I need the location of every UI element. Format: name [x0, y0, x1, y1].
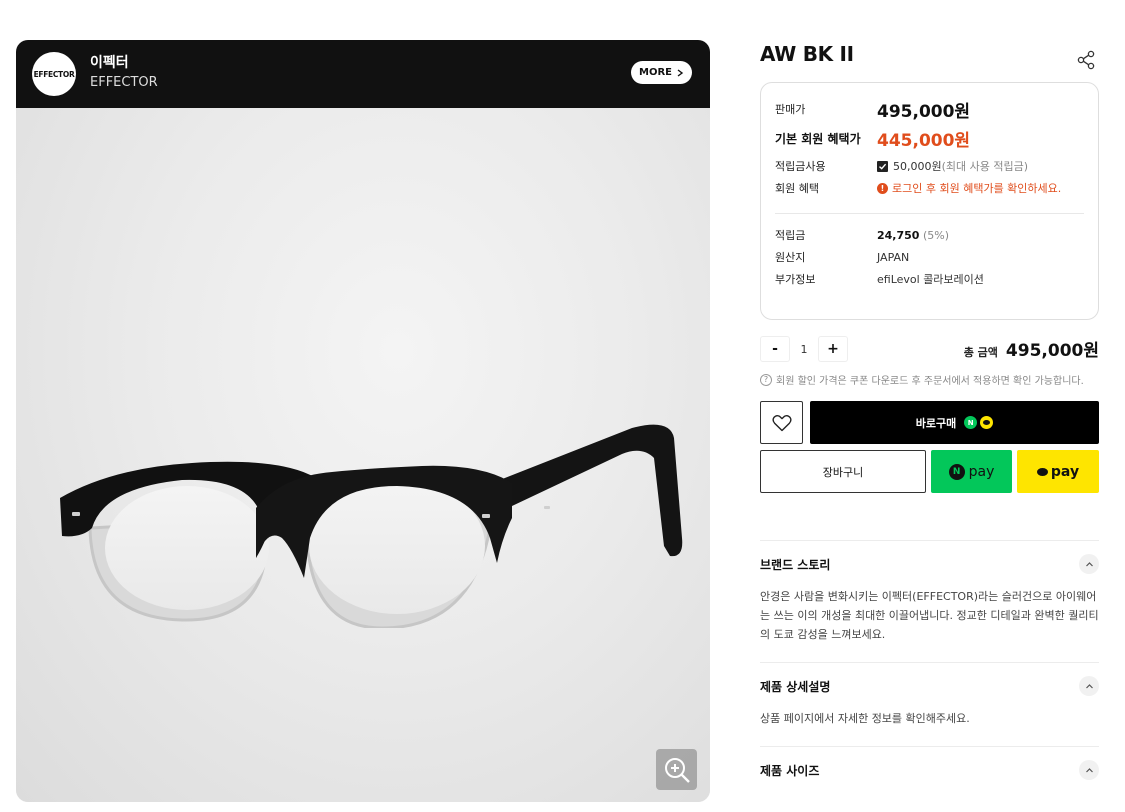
- origin-value: JAPAN: [877, 250, 910, 264]
- title-row: AW BK II: [760, 40, 1099, 80]
- buy-row: 바로구매 N: [760, 401, 1099, 444]
- extra-info-label: 부가정보: [775, 273, 816, 286]
- info-icon: !: [877, 182, 888, 194]
- accordion-toggle[interactable]: [1079, 760, 1099, 780]
- kakao-bubble-icon: [1036, 467, 1048, 476]
- member-price-label: 기본 회원 혜택가: [775, 131, 861, 146]
- points-use-checkbox[interactable]: [877, 160, 888, 172]
- naver-pay-badge-icon: N: [964, 416, 978, 429]
- product-title: AW BK II: [760, 42, 854, 66]
- add-to-cart-button[interactable]: 장바구니: [760, 450, 926, 493]
- points-use-value-wrap: 50,000원 (최대 사용 적립금): [877, 158, 1028, 174]
- chevron-right-icon: [677, 68, 684, 77]
- reward-rate: (5%): [922, 228, 949, 242]
- accordion-title: 제품 상세설명: [760, 679, 831, 694]
- kakao-pay-label: pay: [1050, 463, 1080, 480]
- buy-now-button[interactable]: 바로구매 N: [810, 401, 1099, 444]
- heart-icon: [771, 414, 792, 431]
- extra-info-value: efiLevol 콜라보레이션: [877, 273, 984, 286]
- accordion-header[interactable]: 브랜드 스토리: [760, 541, 1099, 587]
- member-benefit-notice: 로그인 후 회원 혜택가를 확인하세요.: [892, 182, 1062, 195]
- quantity-stepper: - 1 +: [760, 336, 848, 362]
- kakao-pay-button[interactable]: pay: [1017, 450, 1099, 493]
- member-price-row: 기본 회원 혜택가 445,000원: [775, 121, 1084, 155]
- accordion-toggle[interactable]: [1079, 554, 1099, 574]
- reward-value-wrap: 24,750 (5%): [877, 229, 949, 242]
- member-benefit-notice-wrap[interactable]: ! 로그인 후 회원 혜택가를 확인하세요.: [877, 180, 1061, 196]
- kakao-pay-badge-icon: [980, 416, 994, 429]
- product-gallery: EFFECTOR 이펙터 EFFECTOR MORE: [16, 40, 710, 802]
- more-button-label: MORE: [639, 67, 672, 78]
- reward-row: 적립금 24,750 (5%): [775, 224, 1084, 246]
- accordion-toggle[interactable]: [1079, 676, 1099, 696]
- product-photo[interactable]: [16, 108, 710, 802]
- price-divider: [775, 213, 1084, 214]
- accordion-brand-story: 브랜드 스토리 안경은 사람을 변화시키는 이펙터(EFFECTOR)라는 슬러…: [760, 540, 1099, 662]
- price-box: 판매가 495,000원 기본 회원 혜택가 445,000원 적립금사용 50…: [760, 82, 1099, 320]
- zoom-in-icon: [664, 757, 690, 783]
- accordion-title: 브랜드 스토리: [760, 557, 831, 572]
- discount-hint: ? 회원 할인 가격은 쿠폰 다운로드 후 주문서에서 적용하면 확인 가능합니…: [760, 372, 1099, 387]
- buy-now-label: 바로구매: [915, 416, 957, 430]
- naver-n-icon: N: [948, 463, 965, 480]
- accordion-product-detail: 제품 상세설명 상품 페이지에서 자세한 정보를 확인해주세요.: [760, 662, 1099, 746]
- accordion-body: 안경은 사람을 변화시키는 이펙터(EFFECTOR)라는 슬러건으로 아이웨어…: [760, 590, 1099, 641]
- extra-info-row: 부가정보 efiLevol 콜라보레이션: [775, 268, 1084, 290]
- product-info-panel: AW BK II 판매가 495,000원 기본 회원 혜택가 445,000원…: [760, 40, 1099, 793]
- chevron-up-icon: [1085, 767, 1093, 772]
- points-use-label: 적립금사용: [775, 160, 826, 173]
- accordion-body: 상품 페이지에서 자세한 정보를 확인해주세요.: [760, 712, 970, 725]
- pay-badges: N: [964, 416, 994, 429]
- quantity-value[interactable]: 1: [790, 343, 818, 356]
- naver-pay-button[interactable]: N pay: [931, 450, 1012, 493]
- brand-name-english: EFFECTOR: [90, 75, 158, 90]
- brand-bar[interactable]: EFFECTOR 이펙터 EFFECTOR MORE: [16, 40, 710, 108]
- sale-price-row: 판매가 495,000원: [775, 97, 1084, 122]
- member-price-value: 445,000원: [877, 130, 971, 151]
- total-price-label: 총 금액: [963, 346, 998, 359]
- brand-name-korean[interactable]: 이펙터: [90, 54, 158, 72]
- total-price: 총 금액 495,000원: [964, 336, 1099, 361]
- share-icon[interactable]: [1077, 50, 1095, 70]
- origin-row: 원산지 JAPAN: [775, 246, 1084, 268]
- quantity-row: - 1 + 총 금액 495,000원: [760, 336, 1099, 366]
- more-button[interactable]: MORE: [631, 61, 692, 84]
- check-icon: [879, 163, 887, 170]
- accordion-header[interactable]: 제품 상세설명: [760, 663, 1099, 709]
- reward-value: 24,750: [877, 228, 920, 242]
- chevron-up-icon: [1085, 683, 1093, 688]
- points-use-value: 50,000원: [893, 160, 942, 173]
- chevron-up-icon: [1085, 561, 1093, 566]
- accordion-product-size: 제품 사이즈: [760, 746, 1099, 793]
- brand-logo[interactable]: EFFECTOR: [32, 52, 76, 96]
- naver-pay-label: pay: [968, 463, 995, 480]
- wishlist-button[interactable]: [760, 401, 803, 444]
- glasses-image: [60, 424, 683, 628]
- points-use-row: 적립금사용 50,000원 (최대 사용 적립금): [775, 155, 1084, 177]
- discount-hint-text: 회원 할인 가격은 쿠폰 다운로드 후 주문서에서 적용하면 확인 가능합니다.: [776, 376, 1084, 387]
- accordion-header[interactable]: 제품 사이즈: [760, 747, 1099, 793]
- brand-names: 이펙터 EFFECTOR: [90, 54, 158, 94]
- accordion-title: 제품 사이즈: [760, 763, 820, 778]
- info-accordion: 브랜드 스토리 안경은 사람을 변화시키는 이펙터(EFFECTOR)라는 슬러…: [760, 540, 1099, 793]
- zoom-button[interactable]: [656, 749, 697, 790]
- member-benefit-row: 회원 혜택 ! 로그인 후 회원 혜택가를 확인하세요.: [775, 177, 1084, 199]
- cart-row: 장바구니 N pay pay: [760, 450, 1099, 493]
- sale-price-value: 495,000원: [877, 101, 971, 122]
- question-icon: ?: [760, 373, 772, 386]
- quantity-plus-button[interactable]: +: [818, 336, 848, 362]
- reward-label: 적립금: [775, 229, 806, 242]
- total-price-value: 495,000원: [1005, 341, 1099, 361]
- origin-label: 원산지: [775, 251, 806, 264]
- quantity-minus-button[interactable]: -: [760, 336, 790, 362]
- points-use-note: (최대 사용 적립금): [941, 160, 1029, 173]
- sale-price-label: 판매가: [775, 103, 806, 116]
- member-benefit-label: 회원 혜택: [775, 182, 819, 195]
